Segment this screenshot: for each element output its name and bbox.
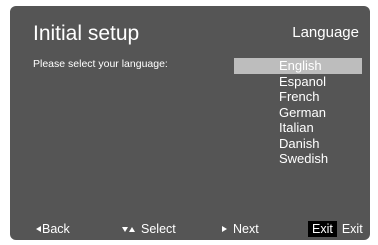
setup-screen: Initial setup Language Please select you… [10, 6, 370, 240]
language-option-english[interactable]: English [234, 58, 362, 74]
language-option-espanol[interactable]: Espanol [234, 74, 362, 90]
language-list: English Espanol French German Italian Da… [234, 58, 362, 167]
back-button[interactable]: Back [36, 221, 70, 237]
language-option-french[interactable]: French [234, 89, 362, 105]
language-option-swedish[interactable]: Swedish [234, 151, 362, 167]
arrow-right-icon [222, 226, 227, 232]
exit-button[interactable]: Exit Exit [308, 221, 363, 237]
footer-hints: Back Select Next Exit Exit [10, 221, 370, 237]
back-label: Back [42, 222, 70, 236]
next-button[interactable]: Next [222, 221, 259, 237]
select-hint[interactable]: Select [122, 221, 176, 237]
exit-label: Exit [341, 222, 363, 236]
arrow-up-icon [129, 226, 135, 232]
language-option-german[interactable]: German [234, 105, 362, 121]
arrow-left-icon [36, 226, 41, 232]
language-option-italian[interactable]: Italian [234, 120, 362, 136]
arrow-down-icon [122, 226, 128, 232]
language-prompt: Please select your language: [33, 58, 168, 70]
select-label: Select [141, 222, 176, 236]
next-label: Next [233, 222, 259, 236]
page-title: Initial setup [33, 22, 140, 45]
section-title: Language [292, 24, 359, 41]
language-option-danish[interactable]: Danish [234, 136, 362, 152]
exit-key-badge: Exit [308, 221, 337, 237]
